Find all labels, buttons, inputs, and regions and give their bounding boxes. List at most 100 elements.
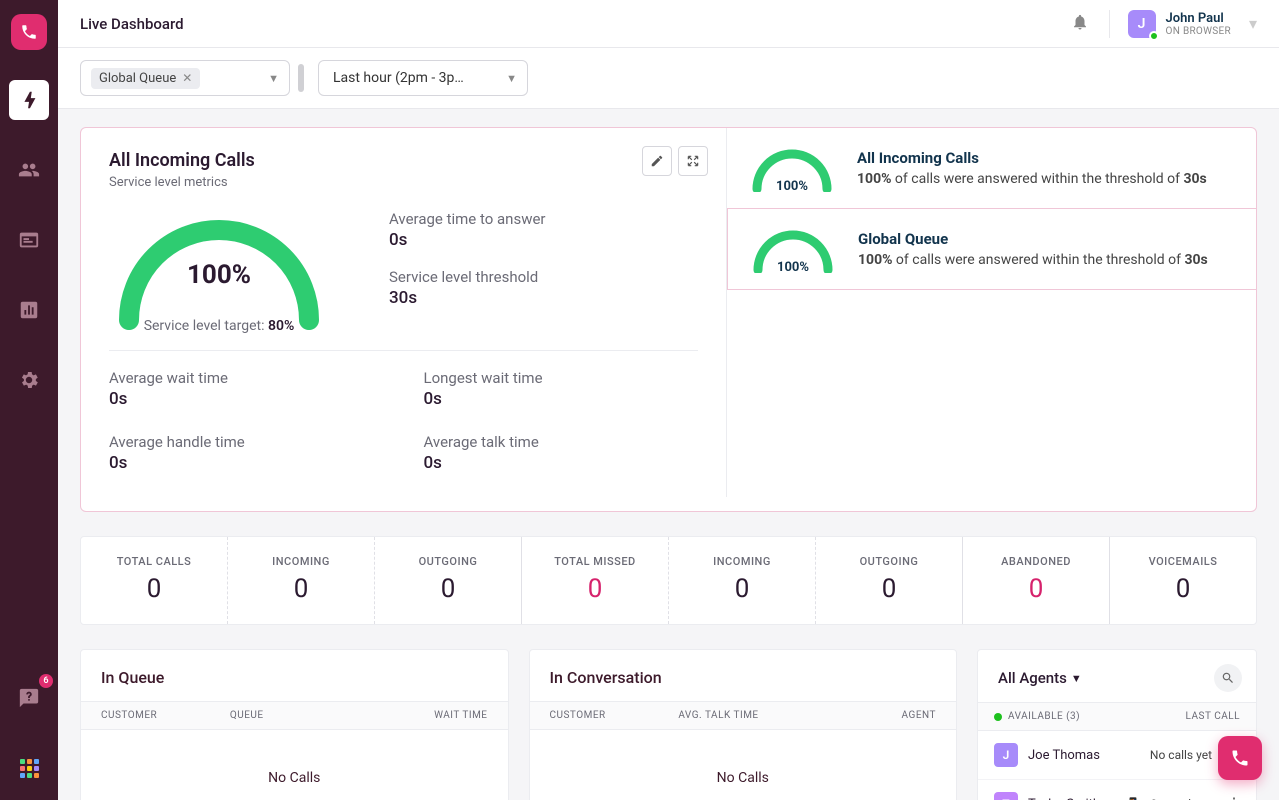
apps-icon [20, 759, 39, 778]
stat-label: TOTAL CALLS [87, 555, 221, 568]
agent-row[interactable]: J Joe Thomas No calls yet ⋮ [978, 731, 1256, 780]
dial-button[interactable] [1218, 736, 1262, 780]
metric-label: Average time to answer [389, 210, 546, 228]
metric-label: Service level threshold [389, 268, 546, 286]
empty-state: No Calls [530, 730, 957, 800]
queue-name: All Incoming Calls [857, 149, 1207, 167]
stat-cell: OUTGOING 0 [816, 537, 963, 624]
user-status: ON BROWSER [1166, 26, 1231, 37]
nav-dashboard[interactable] [9, 80, 49, 120]
metric-value: 0s [389, 230, 546, 250]
agent-avatar: T [994, 792, 1018, 800]
agent-more-button[interactable]: ⋮ [1222, 796, 1246, 800]
pencil-icon [650, 154, 664, 168]
nav-reports[interactable] [9, 290, 49, 330]
stat-cell: INCOMING 0 [228, 537, 375, 624]
help-icon [18, 687, 40, 709]
search-icon [1221, 671, 1235, 685]
column-header: AGENT [807, 710, 936, 721]
stat-cell: TOTAL CALLS 0 [81, 537, 228, 624]
stat-value: 0 [969, 574, 1103, 604]
in-conversation-panel: In Conversation CUSTOMER AVG. TALK TIME … [529, 649, 958, 800]
help-badge-count: 6 [39, 674, 53, 688]
bolt-icon [18, 89, 40, 111]
metric-label: Average wait time [109, 369, 384, 387]
column-header: WAIT TIME [359, 710, 488, 721]
service-level-card: All Incoming Calls Service level metrics… [80, 127, 1257, 512]
user-menu[interactable]: J John Paul ON BROWSER ▾ [1109, 10, 1257, 38]
filter-scrollbar[interactable] [298, 64, 304, 92]
column-header: CUSTOMER [550, 710, 679, 721]
edit-button[interactable] [642, 146, 672, 176]
stat-value: 0 [675, 574, 809, 604]
chevron-down-icon: ▼ [506, 72, 517, 85]
stat-label: ABANDONED [969, 555, 1103, 568]
phone-icon [1230, 748, 1250, 768]
empty-state: No Calls [81, 730, 508, 800]
sidebar: 6 [0, 0, 58, 800]
time-range-label: Last hour (2pm - 3p… [333, 70, 464, 86]
nav-settings[interactable] [9, 360, 49, 400]
stat-value: 0 [1116, 574, 1250, 604]
metric-label: Average talk time [424, 433, 699, 451]
stats-row: TOTAL CALLS 0INCOMING 0OUTGOING 0TOTAL M… [80, 536, 1257, 625]
queue-sl-row[interactable]: 100% All Incoming Calls 100% of calls we… [727, 128, 1256, 209]
stat-value: 0 [822, 574, 956, 604]
agent-name: Joe Thomas [1028, 748, 1140, 763]
available-count: AVAILABLE (3) [994, 711, 1080, 722]
column-header: AVG. TALK TIME [678, 710, 807, 721]
stat-value: 0 [381, 574, 515, 604]
search-agents-button[interactable] [1214, 664, 1242, 692]
column-header: LAST CALL [1186, 711, 1241, 722]
stat-label: VOICEMAILS [1116, 555, 1250, 568]
agent-avatar: J [994, 743, 1018, 767]
metric-value: 0s [109, 389, 384, 409]
stat-label: INCOMING [234, 555, 368, 568]
queue-filter[interactable]: Global Queue ✕ ▼ [80, 60, 290, 96]
nav-help[interactable]: 6 [9, 678, 49, 718]
queue-sl-row[interactable]: 100% Global Queue 100% of calls were ans… [727, 208, 1256, 290]
expand-button[interactable] [678, 146, 708, 176]
notifications-button[interactable] [1071, 13, 1089, 35]
column-header: QUEUE [230, 710, 359, 721]
metric-value: 0s [424, 389, 699, 409]
queue-tag: Global Queue ✕ [91, 68, 200, 89]
chevron-down-icon: ▾ [1249, 14, 1257, 33]
stat-label: OUTGOING [822, 555, 956, 568]
bell-icon [1071, 13, 1089, 31]
stat-label: OUTGOING [381, 555, 515, 568]
people-icon [18, 159, 40, 181]
chevron-down-icon: ▼ [268, 72, 279, 85]
user-name: John Paul [1166, 11, 1231, 26]
nav-inbox[interactable] [9, 220, 49, 260]
agents-filter[interactable]: All Agents ▼ [998, 669, 1082, 687]
time-range-filter[interactable]: Last hour (2pm - 3p… ▼ [318, 60, 528, 96]
card-icon [18, 229, 40, 251]
gear-icon [18, 369, 40, 391]
expand-icon [686, 154, 700, 168]
metric-value: 0s [109, 453, 384, 473]
agents-panel: All Agents ▼ AVAILABLE (3) LAST CALL [977, 649, 1257, 800]
stat-cell: INCOMING 0 [669, 537, 816, 624]
agent-row[interactable]: T Taylor Smith 📱 3 months … ⋮ [978, 780, 1256, 800]
user-avatar: J [1128, 10, 1156, 38]
stat-value: 0 [87, 574, 221, 604]
stat-value: 0 [234, 574, 368, 604]
stat-cell: VOICEMAILS 0 [1110, 537, 1256, 624]
mini-gauge: 100% [748, 225, 838, 273]
nav-apps[interactable] [9, 748, 49, 788]
phone-icon [20, 23, 38, 41]
stat-label: INCOMING [675, 555, 809, 568]
page-title: Live Dashboard [80, 15, 184, 33]
nav-contacts[interactable] [9, 150, 49, 190]
panel-title: In Conversation [530, 650, 957, 701]
panel-title: In Queue [81, 650, 508, 701]
chevron-down-icon: ▼ [1071, 672, 1082, 685]
mini-gauge: 100% [747, 144, 837, 192]
stat-cell: ABANDONED 0 [963, 537, 1110, 624]
chart-icon [18, 299, 40, 321]
queue-sl-text: 100% of calls were answered within the t… [857, 171, 1207, 187]
app-logo[interactable] [11, 14, 47, 50]
remove-tag-button[interactable]: ✕ [182, 71, 192, 85]
queue-name: Global Queue [858, 230, 1208, 248]
